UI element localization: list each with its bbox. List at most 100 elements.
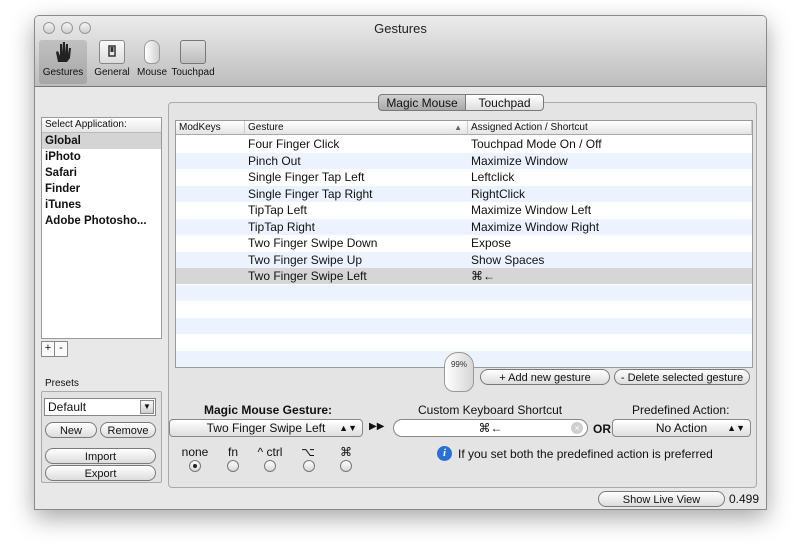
table-row[interactable] (176, 301, 752, 317)
toolbar-mouse[interactable]: Mouse (135, 40, 169, 78)
or-label: OR (593, 422, 611, 436)
magic-mouse-battery-icon: 99% (444, 352, 474, 392)
action-cell: Expose (471, 236, 512, 250)
table-row[interactable]: Two Finger Swipe Left ⌘← (176, 268, 752, 284)
mod-none-label: none (181, 445, 209, 459)
hand-icon (50, 40, 76, 64)
mod-command-radio[interactable] (340, 460, 352, 472)
table-row[interactable] (176, 317, 752, 334)
column-header-action[interactable]: Assigned Action / Shortcut (468, 121, 752, 135)
info-icon: i (437, 446, 452, 461)
mod-none-radio[interactable] (189, 460, 201, 472)
gesture-cell: Single Finger Tap Left (248, 170, 365, 184)
predefined-action-select[interactable]: No Action ▲▼ (612, 419, 751, 437)
titlebar: Gestures Gestures General Mouse Touchpad (35, 16, 766, 87)
show-live-view-button[interactable]: Show Live View (598, 491, 725, 507)
toolbar-gestures[interactable]: Gestures (39, 40, 87, 84)
mod-fn-radio[interactable] (227, 460, 239, 472)
gesture-cell: Single Finger Tap Right (248, 186, 373, 201)
column-header-gesture-label: Gesture (248, 122, 284, 133)
custom-shortcut-label: Custom Keyboard Shortcut (418, 403, 563, 417)
app-item-iphoto[interactable]: iPhoto (42, 149, 161, 165)
add-gesture-button[interactable]: + Add new gesture (480, 369, 610, 385)
gesture-cell: TipTap Left (248, 203, 307, 217)
magic-mouse-gesture-label: Magic Mouse Gesture: (204, 403, 333, 417)
column-header-modkeys[interactable]: ModKeys (176, 121, 245, 135)
table-row[interactable] (176, 334, 752, 350)
add-application-button[interactable]: + (41, 341, 55, 357)
action-cell: Touchpad Mode On / Off (471, 137, 602, 151)
preset-select[interactable]: Default ▼ (44, 398, 156, 416)
info-text: If you set both the predefined action is… (458, 447, 713, 461)
table-row[interactable] (176, 284, 752, 301)
remove-application-button[interactable]: - (54, 341, 68, 357)
gesture-cell: Four Finger Click (248, 137, 340, 151)
touchpad-icon (180, 40, 206, 64)
table-row[interactable]: Single Finger Tap Left Leftclick (176, 169, 752, 185)
tab-magic-mouse[interactable]: Magic Mouse (378, 94, 466, 111)
updown-arrows-icon: ▲▼ (339, 423, 357, 433)
gesture-cell: Two Finger Swipe Down (248, 236, 378, 250)
new-preset-button[interactable]: New (45, 422, 97, 438)
app-item-safari[interactable]: Safari (42, 165, 161, 181)
predefined-action-label: Predefined Action: (632, 403, 730, 417)
sort-ascending-icon: ▲ (454, 123, 462, 132)
import-button[interactable]: Import (45, 448, 156, 464)
app-item-global[interactable]: Global (42, 133, 161, 149)
action-cell: Show Spaces (471, 252, 545, 267)
app-item-itunes[interactable]: iTunes (42, 197, 161, 213)
shortcut-field[interactable]: ⌘← × (393, 419, 588, 437)
table-row[interactable]: Four Finger Click Touchpad Mode On / Off (176, 136, 752, 152)
gesture-select[interactable]: Two Finger Swipe Left ▲▼ (169, 419, 363, 437)
table-row[interactable]: Single Finger Tap Right RightClick (176, 185, 752, 202)
table-row[interactable]: TipTap Right Maximize Window Right (176, 218, 752, 235)
shortcut-field-value: ⌘← (478, 421, 503, 435)
presets-label: Presets (45, 378, 79, 389)
mod-fn-label: fn (227, 445, 238, 459)
mod-option-label: ⌥ (301, 445, 315, 459)
action-cell: Leftclick (471, 170, 515, 184)
tab-touchpad[interactable]: Touchpad (465, 94, 544, 111)
export-button[interactable]: Export (45, 465, 156, 481)
gesture-select-value: Two Finger Swipe Left (206, 421, 326, 435)
toolbar-mouse-label: Mouse (136, 67, 167, 78)
application-list: Select Application: Global iPhoto Safari… (41, 117, 162, 339)
app-window: Gestures Gestures General Mouse Touchpad… (34, 15, 767, 510)
toolbar-general[interactable]: General (89, 40, 135, 78)
gesture-cell: Two Finger Swipe Up (248, 252, 363, 267)
table-row[interactable]: TipTap Left Maximize Window Left (176, 202, 752, 218)
gesture-cell: Two Finger Swipe Left (248, 269, 367, 283)
app-item-photoshop[interactable]: Adobe Photosho... (42, 213, 161, 229)
gesture-cell: Pinch Out (248, 153, 301, 168)
mod-ctrl-radio[interactable] (264, 460, 276, 472)
gesture-cell: TipTap Right (248, 219, 315, 234)
chevron-down-icon: ▼ (140, 400, 154, 414)
clear-shortcut-icon[interactable]: × (571, 422, 583, 434)
table-row[interactable]: Two Finger Swipe Up Show Spaces (176, 251, 752, 268)
remove-preset-button[interactable]: Remove (100, 422, 156, 438)
switch-icon (99, 40, 125, 64)
battery-level: 99% (450, 360, 467, 369)
toolbar-general-label: General (94, 67, 130, 78)
delete-gesture-button[interactable]: - Delete selected gesture (614, 369, 750, 385)
table-row[interactable]: Two Finger Swipe Down Expose (176, 235, 752, 251)
mod-option-radio[interactable] (303, 460, 315, 472)
app-item-finder[interactable]: Finder (42, 181, 161, 197)
mod-ctrl-label: ^ ctrl (257, 445, 283, 459)
window-title: Gestures (374, 21, 427, 36)
column-header-gesture[interactable]: Gesture ▲ (245, 121, 468, 135)
predefined-action-value: No Action (655, 421, 708, 435)
toolbar-gestures-label: Gestures (42, 67, 84, 78)
action-cell: Maximize Window Left (471, 203, 592, 217)
updown-arrows-icon: ▲▼ (727, 423, 745, 433)
application-list-header: Select Application: (42, 118, 161, 133)
action-cell: Maximize Window (471, 153, 568, 168)
mouse-icon (144, 40, 160, 64)
gestures-table: ModKeys Gesture ▲ Assigned Action / Shor… (175, 120, 753, 368)
table-row[interactable]: Pinch Out Maximize Window (176, 152, 752, 169)
mod-command-label: ⌘ (340, 445, 352, 459)
action-cell: ⌘← (471, 269, 495, 283)
action-cell: RightClick (471, 186, 526, 201)
toolbar-touchpad[interactable]: Touchpad (171, 40, 215, 78)
action-cell: Maximize Window Right (471, 219, 600, 234)
